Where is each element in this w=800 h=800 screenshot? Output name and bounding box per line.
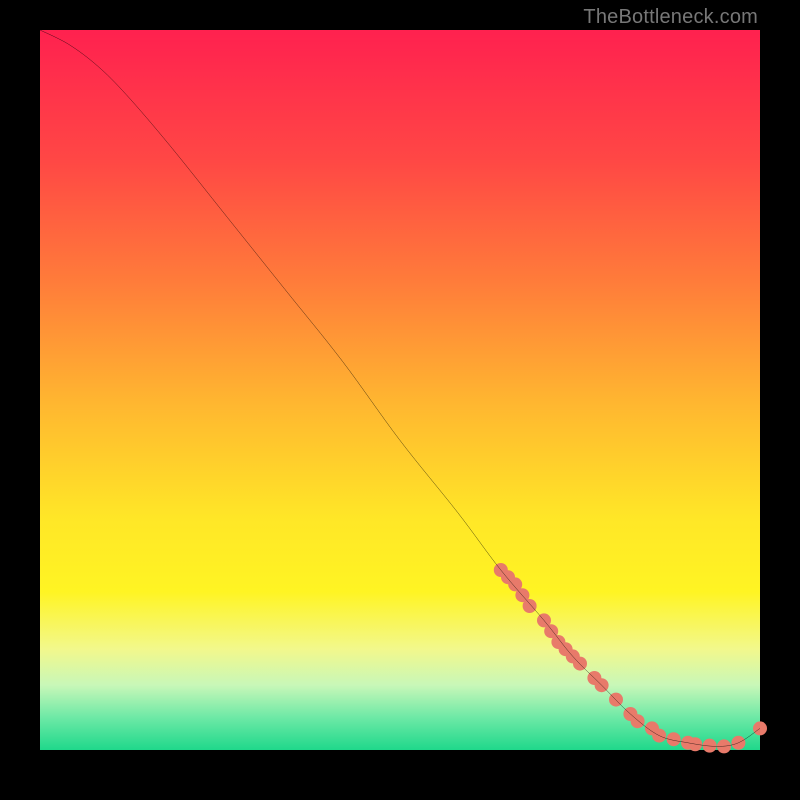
plot-area	[40, 30, 760, 750]
marker-dot	[523, 599, 537, 613]
stage: TheBottleneck.com	[0, 0, 800, 800]
watermark-text: TheBottleneck.com	[583, 6, 758, 29]
marker-dots	[494, 563, 767, 753]
marker-dot	[609, 693, 623, 707]
marker-dot	[703, 739, 717, 753]
bottleneck-curve	[40, 30, 760, 746]
marker-dot	[631, 714, 645, 728]
chart-svg	[40, 30, 760, 750]
